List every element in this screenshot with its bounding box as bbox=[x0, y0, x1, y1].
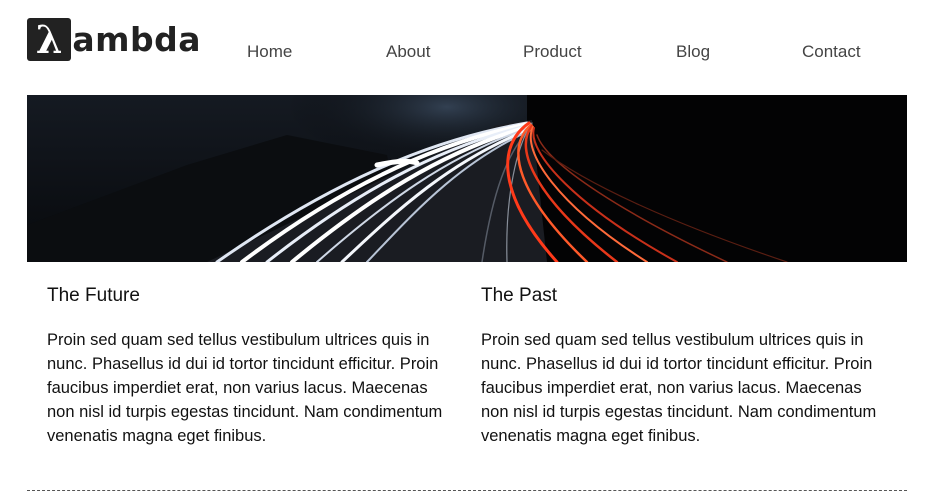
section-title: The Past bbox=[481, 285, 558, 306]
main-nav: Home About Product Blog Contact bbox=[0, 40, 936, 64]
nav-about[interactable]: About bbox=[386, 40, 430, 64]
footer-divider bbox=[27, 490, 907, 491]
nav-home[interactable]: Home bbox=[247, 40, 292, 64]
section-the-future: The Future Proin sed quam sed tellus ves… bbox=[47, 284, 457, 448]
nav-contact[interactable]: Contact bbox=[802, 40, 861, 64]
highway-light-trails-image bbox=[27, 95, 907, 262]
section-body: Proin sed quam sed tellus vestibulum ult… bbox=[47, 331, 443, 445]
section-body: Proin sed quam sed tellus vestibulum ult… bbox=[481, 331, 877, 445]
section-the-past: The Past Proin sed quam sed tellus vesti… bbox=[481, 284, 891, 448]
nav-blog[interactable]: Blog bbox=[676, 40, 710, 64]
section-title: The Future bbox=[47, 285, 140, 306]
hero-image bbox=[27, 95, 907, 262]
nav-product[interactable]: Product bbox=[523, 40, 582, 64]
